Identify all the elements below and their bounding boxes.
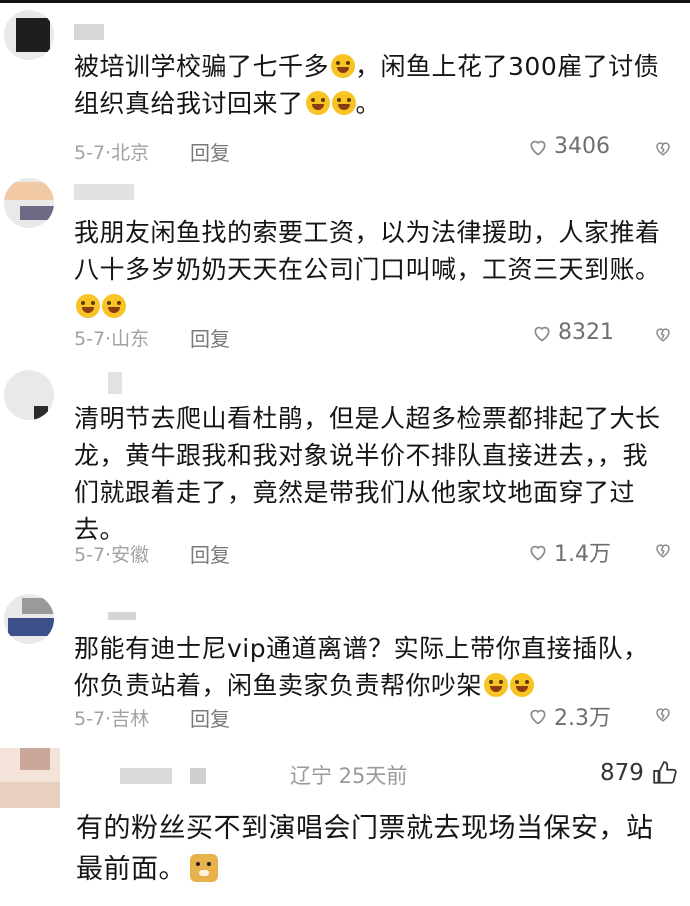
grin-face-icon <box>76 294 100 318</box>
comment-date-location: 5-7·安徽 <box>74 544 150 566</box>
comment-location-time: 辽宁 25天前 <box>290 764 408 788</box>
avatar[interactable] <box>4 594 54 644</box>
comment-date-location: 5-7·吉林 <box>74 708 150 730</box>
like-button[interactable]: 1.4万 <box>528 536 611 568</box>
rofl-face-icon <box>305 91 330 115</box>
username-blurred[interactable] <box>108 612 136 620</box>
reply-button[interactable]: 回复 <box>190 703 230 732</box>
like-button[interactable]: 8321 <box>532 320 614 345</box>
comment-date-location: 5-7·北京 <box>74 142 150 164</box>
comment-3: 清明节去爬山看杜鹃，但是人超多检票都排起了大长龙，黄牛跟我和我对象说半价不排队直… <box>0 366 690 586</box>
avatar[interactable] <box>0 748 60 808</box>
username-blurred[interactable] <box>108 372 122 394</box>
reply-button[interactable]: 回复 <box>190 137 230 166</box>
comment-2: 我朋友闲鱼找的索要工资，以为法律援助，人家推着八十多岁奶奶天天在公司门口叫喊，工… <box>0 178 690 368</box>
like-count: 1.4万 <box>554 542 611 567</box>
like-count: 2.3万 <box>554 706 611 731</box>
like-button[interactable]: 879 <box>600 760 678 786</box>
avatar[interactable] <box>4 370 54 420</box>
comment-text: 我朋友闲鱼找的索要工资，以为法律援助，人家推着八十多岁奶奶天天在公司门口叫喊，工… <box>74 214 668 325</box>
rofl-face-icon <box>331 91 356 115</box>
user-level-badge-blurred <box>190 768 206 784</box>
like-count: 8321 <box>558 320 614 345</box>
heart-outline-icon <box>530 545 546 561</box>
heart-broken-icon[interactable] <box>654 540 672 560</box>
crying-face-icon <box>331 54 356 78</box>
reply-button[interactable]: 回复 <box>190 539 230 568</box>
comment-text: 清明节去爬山看杜鹃，但是人超多检票都排起了大长龙，黄牛跟我和我对象说半价不排队直… <box>74 404 661 544</box>
like-count: 3406 <box>554 134 610 159</box>
like-button[interactable]: 3406 <box>528 134 610 159</box>
username-blurred[interactable] <box>120 768 172 784</box>
grin-face-icon <box>102 294 126 318</box>
username-blurred[interactable] <box>74 24 104 40</box>
avatar[interactable] <box>4 178 54 228</box>
comment-text: 有的粉丝买不到演唱会门票就去现场当保安，站最前面。 <box>76 813 654 885</box>
heart-broken-icon[interactable] <box>654 704 672 724</box>
comment-date-location: 5-7·山东 <box>74 328 150 350</box>
heart-broken-icon[interactable] <box>654 138 672 158</box>
comment-text: 被培训学校骗了七千多 ，闲鱼上花了300雇了讨债组织真给我讨回来了。 <box>74 52 660 118</box>
reply-button[interactable]: 回复 <box>190 323 230 352</box>
comment-text: 那能有迪士尼vip通道离谱？实际上带你直接插队，你负责站着，闲鱼卖家负责帮你吵架 <box>74 634 649 700</box>
avatar[interactable] <box>4 10 54 60</box>
thumbs-up-icon <box>653 761 677 784</box>
comment-4: 那能有迪士尼vip通道离谱？实际上带你直接插队，你负责站着，闲鱼卖家负责帮你吵架… <box>0 590 690 740</box>
heart-outline-icon <box>530 709 546 725</box>
comment-1: 被培训学校骗了七千多 ，闲鱼上花了300雇了讨债组织真给我讨回来了。 5-7·北京… <box>0 0 690 180</box>
doge-face-icon <box>190 854 218 882</box>
grin-face-icon <box>510 673 535 697</box>
like-count: 879 <box>600 760 644 786</box>
username-blurred[interactable] <box>74 184 134 200</box>
heart-outline-icon <box>530 140 546 155</box>
heart-outline-icon <box>534 326 550 341</box>
heart-broken-icon[interactable] <box>654 324 672 344</box>
like-button[interactable]: 2.3万 <box>528 700 611 732</box>
grin-face-icon <box>484 673 509 697</box>
